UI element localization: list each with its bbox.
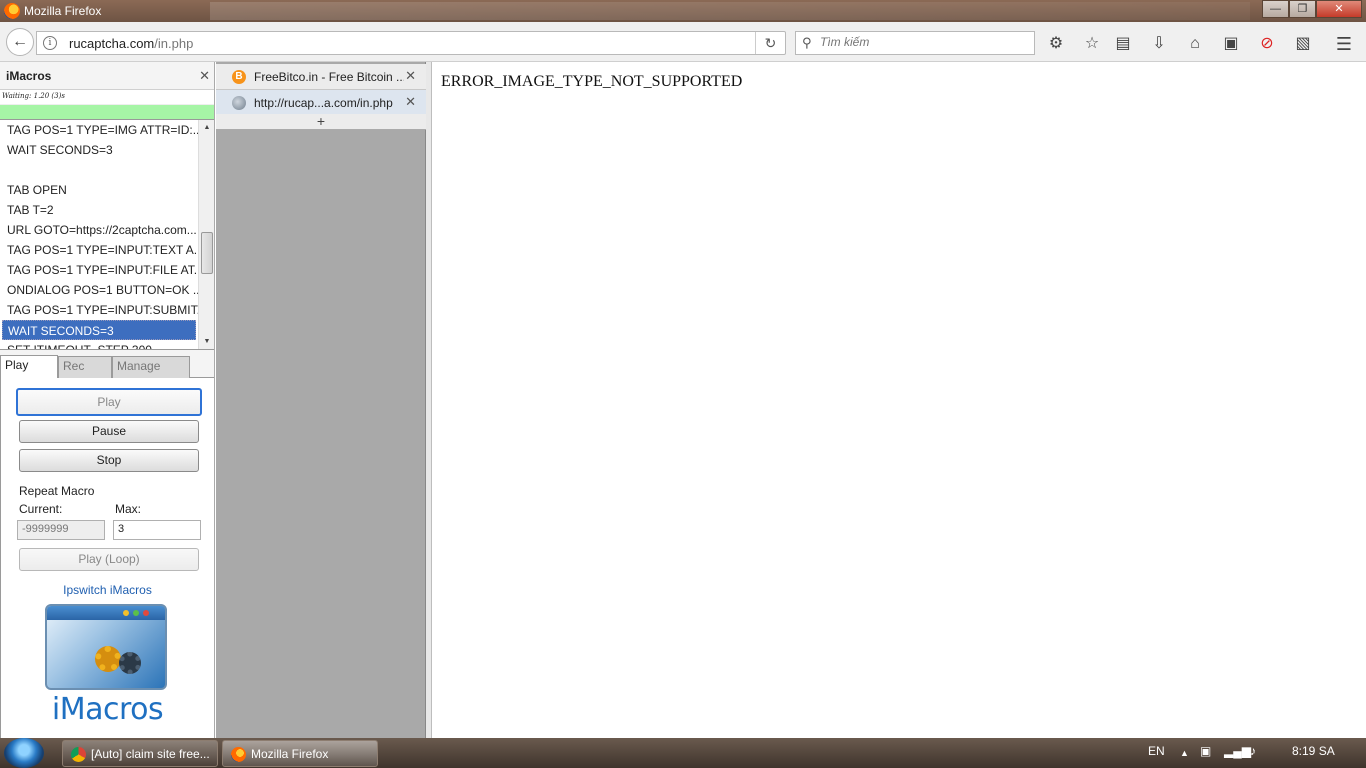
sidebar-splitter[interactable] <box>426 62 432 738</box>
close-window-button[interactable]: ✕ <box>1316 0 1362 18</box>
maximize-button[interactable]: ❐ <box>1289 0 1316 18</box>
play-panel: Play Pause Stop Repeat Macro Current: Ma… <box>0 378 214 762</box>
stop-button[interactable]: Stop <box>19 449 199 472</box>
current-field: -9999999 <box>17 520 105 540</box>
ipswitch-link[interactable]: Ipswitch iMacros <box>1 583 214 597</box>
minimize-button[interactable]: — <box>1262 0 1289 18</box>
blocker-icon[interactable]: ⊘ <box>1257 34 1277 54</box>
script-scrollbar[interactable]: ▲ ▼ <box>198 120 214 349</box>
script-line-selected[interactable]: WAIT SECONDS=3 <box>2 320 196 340</box>
gear-icon <box>95 646 121 672</box>
extension-icon[interactable]: ▧ <box>1293 34 1313 54</box>
reload-icon[interactable]: ↻ <box>755 32 785 54</box>
home-icon[interactable]: ⌂ <box>1185 34 1205 54</box>
clock[interactable]: 8:19 SA <box>1292 744 1335 758</box>
network-icon[interactable]: ▂▄▆ <box>1224 744 1251 758</box>
gear-icon <box>119 652 141 674</box>
title-bar: Mozilla Firefox — ❐ ✕ <box>0 0 1366 22</box>
imacros-title: iMacros <box>6 69 52 83</box>
close-sidebar-icon[interactable]: ✕ <box>199 68 210 84</box>
progress-bar <box>0 104 214 120</box>
download-icon[interactable]: ⇩ <box>1149 34 1169 54</box>
current-label: Current: <box>19 502 63 516</box>
script-line[interactable]: TAG POS=1 TYPE=INPUT:TEXT A... <box>0 240 198 260</box>
background-tabs-strip <box>210 2 1250 20</box>
status-text: Waiting: 1.20 (3)s <box>0 90 214 104</box>
start-button-icon[interactable] <box>4 738 44 768</box>
search-icon: ⚲ <box>802 35 812 50</box>
windows-taskbar: [Auto] claim site free... Mozilla Firefo… <box>0 738 1366 768</box>
chrome-icon <box>71 747 86 762</box>
pause-button[interactable]: Pause <box>19 420 199 443</box>
scrollbar-thumb[interactable] <box>201 232 213 274</box>
menu-icon[interactable]: ☰ <box>1334 34 1354 54</box>
max-label: Max: <box>115 502 142 516</box>
bookmark-star-icon[interactable]: ☆ <box>1082 34 1102 54</box>
scroll-up-icon[interactable]: ▲ <box>199 120 214 136</box>
url-text[interactable]: rucaptcha.com/in.php <box>69 36 193 51</box>
volume-icon[interactable]: ♪ <box>1250 744 1256 758</box>
search-bar[interactable]: ⚲ <box>795 31 1035 55</box>
script-line[interactable]: TAB OPEN <box>0 180 198 200</box>
imacros-sidebar: iMacros ✕ Waiting: 1.20 (3)s TAG POS=1 T… <box>0 62 215 762</box>
script-line[interactable]: SET !TIMEOUT_STEP 300 <box>0 340 198 349</box>
tab-sidebar: B FreeBitco.in - Free Bitcoin ... ✕ http… <box>216 62 426 738</box>
script-line[interactable]: TAB T=2 <box>0 200 198 220</box>
window-controls: — ❐ ✕ <box>1262 0 1362 18</box>
back-button[interactable]: ← <box>6 28 34 56</box>
url-bar[interactable]: i rucaptcha.com/in.php ↻ <box>36 31 786 55</box>
imacros-toolbar-icon[interactable]: ⚙ <box>1046 34 1066 54</box>
navigation-toolbar: ← i rucaptcha.com/in.php ↻ ⚲ ⚙ ☆ ▤ ⇩ ⌂ ▣… <box>0 22 1366 62</box>
bitcoin-icon: B <box>232 70 246 84</box>
script-line[interactable]: TAG POS=1 TYPE=IMG ATTR=ID:... <box>0 120 198 140</box>
language-indicator[interactable]: EN <box>1148 744 1165 758</box>
tab-rec[interactable]: Rec <box>58 356 112 378</box>
site-info-icon[interactable]: i <box>43 36 57 50</box>
search-input[interactable] <box>820 35 1020 49</box>
repeat-macro-label: Repeat Macro <box>19 484 95 498</box>
play-button[interactable]: Play <box>16 388 202 416</box>
close-tab-icon[interactable]: ✕ <box>405 68 416 84</box>
show-hidden-icons-icon[interactable]: ▲ <box>1180 748 1189 758</box>
power-icon[interactable]: ▣ <box>1200 744 1211 758</box>
max-field[interactable]: 3 <box>113 520 201 540</box>
close-tab-icon[interactable]: ✕ <box>405 94 416 110</box>
scroll-down-icon[interactable]: ▼ <box>199 334 214 349</box>
imacros-header: iMacros ✕ <box>0 62 214 90</box>
firefox-icon <box>231 747 246 762</box>
script-line[interactable]: TAG POS=1 TYPE=INPUT:SUBMIT... <box>0 300 198 320</box>
firefox-logo-icon <box>4 3 20 19</box>
macro-script-list[interactable]: TAG POS=1 TYPE=IMG ATTR=ID:... WAIT SECO… <box>0 120 214 350</box>
script-line[interactable] <box>0 160 198 180</box>
script-line[interactable]: TAG POS=1 TYPE=INPUT:FILE AT... <box>0 260 198 280</box>
imacros-tabs: Play Rec Manage <box>0 354 214 378</box>
error-message: ERROR_IMAGE_TYPE_NOT_SUPPORTED <box>441 73 743 90</box>
taskbar-item-chrome[interactable]: [Auto] claim site free... <box>62 740 218 767</box>
tab-label: FreeBitco.in - Free Bitcoin ... <box>254 70 404 84</box>
window-title: Mozilla Firefox <box>24 4 102 18</box>
page-content: ERROR_IMAGE_TYPE_NOT_SUPPORTED <box>433 62 1366 738</box>
taskbar-label: Mozilla Firefox <box>251 747 329 761</box>
tab-manage[interactable]: Manage <box>112 356 190 378</box>
new-tab-button[interactable]: + <box>216 114 426 130</box>
script-line[interactable]: URL GOTO=https://2captcha.com... <box>0 220 198 240</box>
bookmarks-list-icon[interactable]: ▤ <box>1113 34 1133 54</box>
screenshot-icon[interactable]: ▣ <box>1221 34 1241 54</box>
tab-label: http://rucap...a.com/in.php <box>254 96 393 110</box>
imacros-logo-image <box>45 604 167 690</box>
tab-freebitco[interactable]: B FreeBitco.in - Free Bitcoin ... ✕ <box>216 64 426 90</box>
globe-icon <box>232 96 246 110</box>
tab-play[interactable]: Play <box>0 355 58 378</box>
script-line[interactable]: WAIT SECONDS=3 <box>0 140 198 160</box>
imacros-logo-text: iMacros <box>51 692 164 727</box>
play-loop-button[interactable]: Play (Loop) <box>19 548 199 571</box>
taskbar-item-firefox[interactable]: Mozilla Firefox <box>222 740 378 767</box>
taskbar-label: [Auto] claim site free... <box>91 747 210 761</box>
script-line[interactable]: ONDIALOG POS=1 BUTTON=OK ... <box>0 280 198 300</box>
